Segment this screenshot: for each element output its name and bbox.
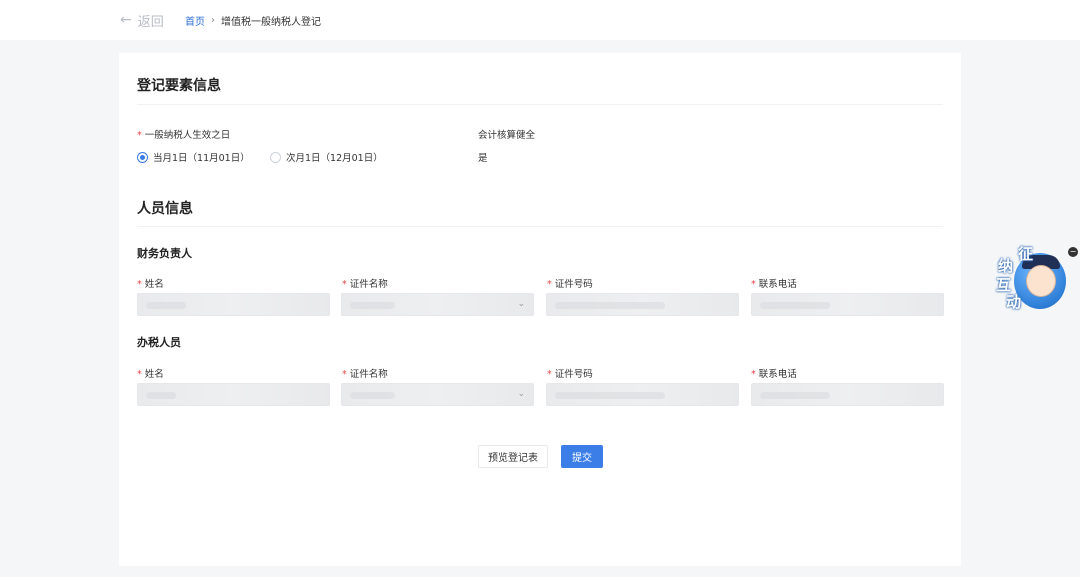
chevron-down-icon: ⌄: [517, 389, 525, 399]
radio-checked-icon: [137, 151, 148, 163]
mascot-face-icon: [1026, 265, 1056, 297]
subsection-tax-staff: 办税人员: [137, 336, 181, 349]
subsection-finance-head: 财务负责人: [137, 247, 192, 260]
form-card: 登记要素信息 * 一般纳税人生效之日 当月1日（11月01日） 次月1日（12月0…: [119, 53, 961, 566]
finance-name-input[interactable]: [137, 293, 330, 316]
finance-id-type-select[interactable]: ⌄: [341, 293, 534, 316]
staff-phone-label: * 联系电话: [751, 369, 797, 380]
assistant-widget[interactable]: 征 纳 互 动 −: [996, 243, 1078, 315]
radio-option-current-month[interactable]: 当月1日（11月01日）: [137, 150, 250, 164]
chevron-down-icon: ⌄: [517, 299, 525, 309]
radio-unchecked-icon: [270, 151, 281, 163]
mascot-char: 纳: [998, 257, 1014, 275]
staff-phone-input[interactable]: [751, 383, 944, 406]
staff-id-number-label: * 证件号码: [547, 369, 593, 380]
staff-name-input[interactable]: [137, 383, 330, 406]
mascot-char: 征: [1018, 245, 1034, 263]
breadcrumb: 首页 › 增值税一般纳税人登记: [185, 12, 321, 28]
staff-name-label: * 姓名: [137, 369, 164, 380]
section-divider: [137, 104, 943, 105]
staff-id-type-select[interactable]: ⌄: [341, 383, 534, 406]
staff-id-number-input[interactable]: [546, 383, 739, 406]
finance-id-number-input[interactable]: [546, 293, 739, 316]
radio-option-next-month[interactable]: 次月1日（12月01日）: [270, 150, 383, 164]
mascot-char: 动: [1006, 293, 1022, 311]
staff-id-type-label: * 证件名称: [342, 369, 388, 380]
breadcrumb-current: 增值税一般纳税人登记: [221, 16, 321, 28]
radio-option-label: 次月1日（12月01日）: [286, 153, 383, 164]
section-title-personnel: 人员信息: [137, 201, 193, 217]
finance-name-label: * 姓名: [137, 279, 164, 290]
required-mark: *: [137, 130, 142, 141]
top-bar: ← 返回 首页 › 增值税一般纳税人登记: [0, 0, 1080, 40]
finance-phone-input[interactable]: [751, 293, 944, 316]
back-label: 返回: [137, 14, 164, 30]
effective-date-label: * 一般纳税人生效之日: [137, 130, 231, 141]
chevron-right-icon: ›: [211, 14, 215, 26]
accounting-label: 会计核算健全: [478, 130, 536, 141]
radio-option-label: 当月1日（11月01日）: [153, 153, 250, 164]
finance-id-number-label: * 证件号码: [547, 279, 593, 290]
minimize-icon[interactable]: −: [1068, 247, 1078, 257]
section-title-registration: 登记要素信息: [137, 78, 221, 94]
preview-form-button[interactable]: 预览登记表: [478, 445, 548, 468]
breadcrumb-home-link[interactable]: 首页: [185, 13, 205, 28]
submit-button[interactable]: 提交: [561, 445, 603, 468]
back-button[interactable]: ← 返回: [120, 10, 164, 30]
arrow-left-icon: ←: [120, 12, 132, 28]
finance-phone-label: * 联系电话: [751, 279, 797, 290]
section-divider: [137, 226, 943, 227]
finance-id-type-label: * 证件名称: [342, 279, 388, 290]
accounting-value: 是: [478, 153, 488, 164]
